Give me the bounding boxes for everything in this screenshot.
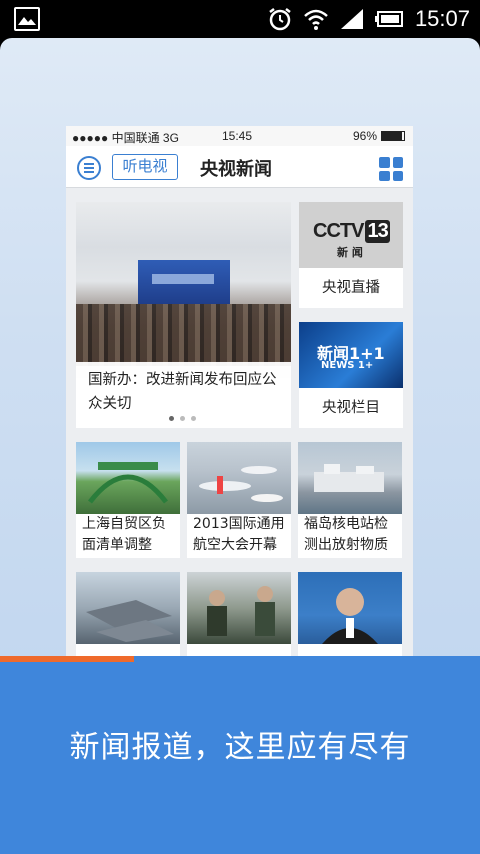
- carrier-label: ●●●●● 中国联通 3G: [72, 131, 179, 145]
- news-tile[interactable]: [76, 572, 180, 658]
- news-tile[interactable]: [298, 572, 402, 658]
- cctv13-logo-text: CCTV 13: [313, 220, 390, 243]
- carousel-dots: [169, 416, 196, 421]
- image-icon: [14, 7, 40, 31]
- menu-icon[interactable]: [77, 156, 101, 180]
- audience: [76, 304, 291, 366]
- tile-caption: 福岛核电站检测出放射物质: [304, 516, 388, 553]
- carousel-dot: [169, 416, 174, 421]
- tile-caption: 2013国际通用航空大会开幕: [193, 516, 285, 553]
- battery-icon: [374, 7, 405, 31]
- tile-image: [298, 442, 402, 514]
- cctv-live-label: 央视直播: [322, 280, 380, 296]
- stage-banner: [152, 274, 214, 284]
- battery-icon: [381, 131, 405, 141]
- news-tile[interactable]: 2013国际通用航空大会开幕: [187, 442, 291, 558]
- carousel-dot: [180, 416, 185, 421]
- alarm-icon: [267, 7, 293, 31]
- listen-tv-button[interactable]: 听电视: [112, 154, 178, 180]
- hero-news-card[interactable]: 国新办：改进新闻发布回应公众关切: [76, 202, 291, 428]
- cctv-live-card[interactable]: CCTV 13 新 闻 央视直播: [299, 202, 403, 308]
- tile-image: [187, 442, 291, 514]
- tile-image: [187, 572, 291, 644]
- cctv13-logo: CCTV 13 新 闻: [299, 202, 403, 268]
- cctv-programs-label: 央视栏目: [322, 400, 380, 416]
- logo-number: 13: [365, 220, 390, 243]
- signal-icon: [339, 7, 365, 31]
- news11-logo: 新闻1+1 NEWS 1+: [299, 322, 403, 388]
- status-time: 15:07: [414, 6, 470, 31]
- logo-text: CCTV: [313, 220, 364, 242]
- tile-image: [76, 442, 180, 514]
- promo-banner[interactable]: 新闻报道，这里应有尽有: [0, 656, 480, 854]
- logo-sub: 新 闻: [337, 246, 363, 259]
- ios-battery: 96%: [353, 129, 405, 143]
- ios-time: 15:45: [222, 129, 253, 143]
- tile-image: [298, 572, 402, 644]
- carousel-dot: [191, 416, 196, 421]
- app-title: 央视新闻: [200, 159, 272, 180]
- wifi-icon: [303, 7, 329, 31]
- logo-sub: NEWS 1+: [321, 360, 374, 371]
- news-tile[interactable]: [187, 572, 291, 658]
- grid-icon[interactable]: [379, 157, 403, 181]
- news-tile[interactable]: 福岛核电站检测出放射物质: [298, 442, 402, 558]
- promo-text: 新闻报道，这里应有尽有: [69, 730, 411, 765]
- cctv-programs-card[interactable]: 新闻1+1 NEWS 1+ 央视栏目: [299, 322, 403, 428]
- system-status-bar: 15:07: [0, 0, 480, 38]
- battery-percent: 96%: [352, 129, 377, 143]
- app-bar: 听电视 央视新闻: [66, 146, 413, 188]
- news-tile[interactable]: 上海自贸区负面清单调整: [76, 442, 180, 558]
- ios-status-bar: ●●●●● 中国联通 3G 15:45 96%: [66, 126, 413, 146]
- tile-caption: 上海自贸区负面清单调整: [82, 516, 166, 553]
- onboarding-progress-bar: [0, 656, 135, 662]
- phone-screenshot: ●●●●● 中国联通 3G 15:45 96% 听电视 央视新闻 国新办：改进新…: [66, 126, 413, 686]
- tile-image: [76, 572, 180, 644]
